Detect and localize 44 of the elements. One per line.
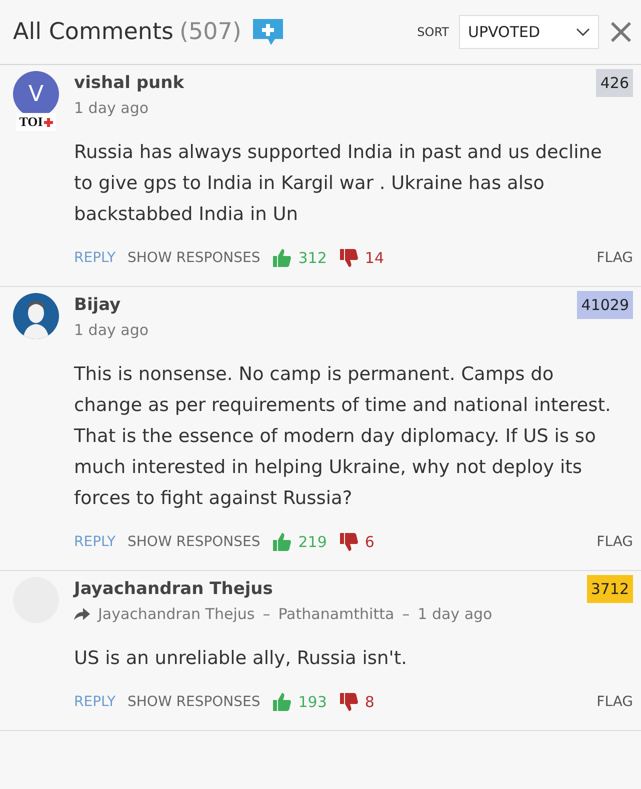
flag-link[interactable]: FLAG bbox=[596, 250, 633, 266]
separator: – bbox=[402, 605, 410, 623]
points-badge: 3712 bbox=[586, 575, 633, 603]
downvote-button[interactable]: 14 bbox=[338, 248, 384, 268]
commenter-name: Jayachandran Thejus bbox=[74, 579, 273, 599]
show-responses-link[interactable]: SHOW RESPONSES bbox=[128, 534, 260, 550]
commenter-name: vishal punk bbox=[74, 73, 184, 93]
close-button[interactable] bbox=[609, 20, 633, 44]
thumbs-down-icon bbox=[338, 248, 359, 268]
comment-text: US is an unreliable ally, Russia isn't. bbox=[74, 647, 408, 671]
reply-link[interactable]: REPLY bbox=[74, 534, 116, 550]
location: Pathanamthitta bbox=[278, 605, 394, 623]
points-badge: 41029 bbox=[577, 291, 633, 319]
thumbs-down-icon bbox=[338, 532, 359, 552]
thumbs-up-icon bbox=[272, 532, 292, 552]
separator: – bbox=[262, 605, 270, 623]
chevron-icon bbox=[576, 28, 590, 36]
comments-title: All Comments bbox=[13, 19, 174, 45]
comment-time: 1 day ago bbox=[418, 605, 492, 623]
points-badge: 426 bbox=[596, 69, 633, 97]
sort-select[interactable]: UPVOTED bbox=[459, 15, 599, 49]
thumbs-down-icon bbox=[338, 692, 359, 712]
sort-label: SORT bbox=[417, 25, 449, 39]
commenter-name: Bijay bbox=[74, 295, 121, 315]
thumbs-up-icon bbox=[272, 248, 292, 268]
reply-link[interactable]: REPLY bbox=[74, 694, 116, 710]
comment-time: 1 day ago bbox=[74, 99, 149, 117]
show-responses-link[interactable]: SHOW RESPONSES bbox=[128, 250, 260, 266]
site-tag: TOI bbox=[16, 113, 56, 131]
comment-time: 1 day ago bbox=[74, 321, 149, 339]
plus-icon bbox=[44, 118, 53, 126]
flag-link[interactable]: FLAG bbox=[596, 694, 633, 710]
add-comment-icon[interactable] bbox=[251, 17, 286, 47]
downvote-button[interactable]: 6 bbox=[338, 532, 374, 552]
comment-text: Russia has always supported India in past and us decline to give gps to India in Kargil war . Ukraine has also backstabbed India in Un bbox=[74, 141, 603, 227]
reply-link[interactable]: REPLY bbox=[74, 250, 116, 266]
thumbs-up-icon bbox=[272, 692, 292, 712]
reply-to-name: Jayachandran Thejus bbox=[98, 605, 255, 623]
reply-arrow-icon bbox=[74, 608, 90, 620]
flag-link[interactable]: FLAG bbox=[596, 534, 633, 550]
downvote-button[interactable]: 8 bbox=[338, 692, 374, 712]
comment-count: (507) bbox=[180, 19, 242, 45]
show-responses-link[interactable]: SHOW RESPONSES bbox=[128, 694, 260, 710]
comment-text: This is nonsense. No camp is permanent. Camps do change as per requirements of time and national interest. That is the essence of modern day diplomacy. If US is so much interested in helping Ukraine, why not deploy its forces to fight against Russia? bbox=[74, 363, 612, 511]
